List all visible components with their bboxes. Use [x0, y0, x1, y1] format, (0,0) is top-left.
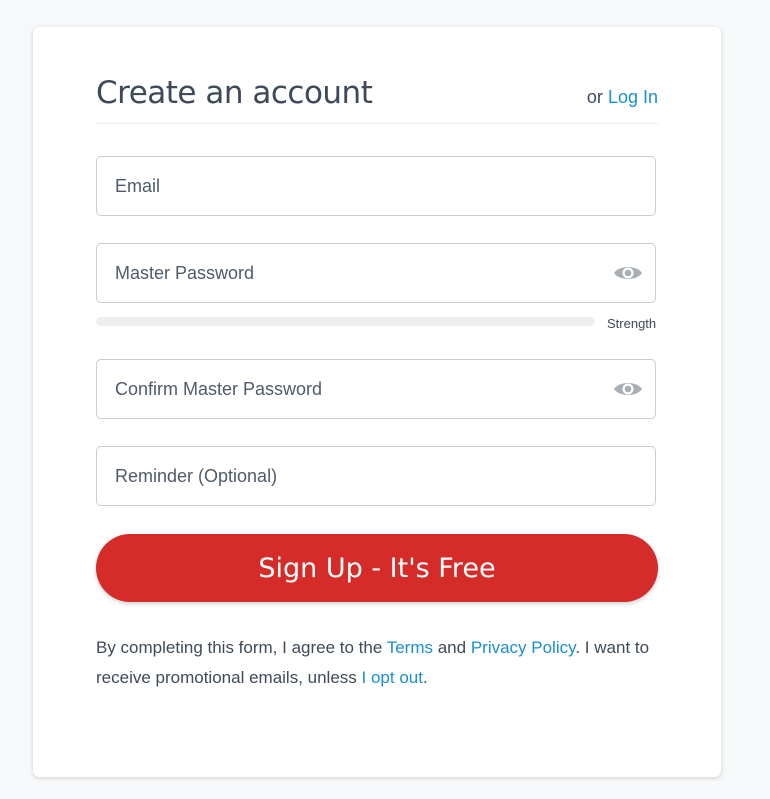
legal-text-part: By completing this form, I agree to the — [96, 638, 387, 657]
reminder-input[interactable] — [115, 447, 595, 505]
signup-card: Create an account or Log In Strength Sig… — [33, 27, 721, 777]
confirm-password-input[interactable] — [115, 360, 595, 418]
opt-out-link[interactable]: I opt out — [362, 668, 423, 687]
form-header: Create an account or Log In — [96, 71, 658, 124]
login-prompt: or Log In — [587, 87, 658, 108]
legal-text-part: and — [433, 638, 471, 657]
page-title: Create an account — [96, 75, 373, 111]
email-input[interactable] — [115, 157, 595, 215]
confirm-password-field-box — [96, 359, 656, 419]
eye-icon[interactable] — [613, 378, 643, 400]
reminder-field-box — [96, 446, 656, 506]
legal-text-part: . — [422, 668, 428, 687]
login-prefix: or — [586, 87, 603, 107]
terms-link[interactable]: Terms — [387, 638, 433, 657]
login-link[interactable]: Log In — [608, 87, 658, 107]
strength-label: Strength — [607, 316, 657, 331]
password-strength-bar — [96, 317, 595, 326]
eye-icon[interactable] — [613, 262, 643, 284]
password-field-box — [96, 243, 656, 303]
legal-text: By completing this form, I agree to the … — [96, 633, 676, 693]
password-input[interactable] — [115, 244, 595, 302]
email-field-box — [96, 156, 656, 216]
signup-button[interactable]: Sign Up - It's Free — [96, 534, 658, 602]
privacy-policy-link[interactable]: Privacy Policy — [471, 638, 576, 657]
